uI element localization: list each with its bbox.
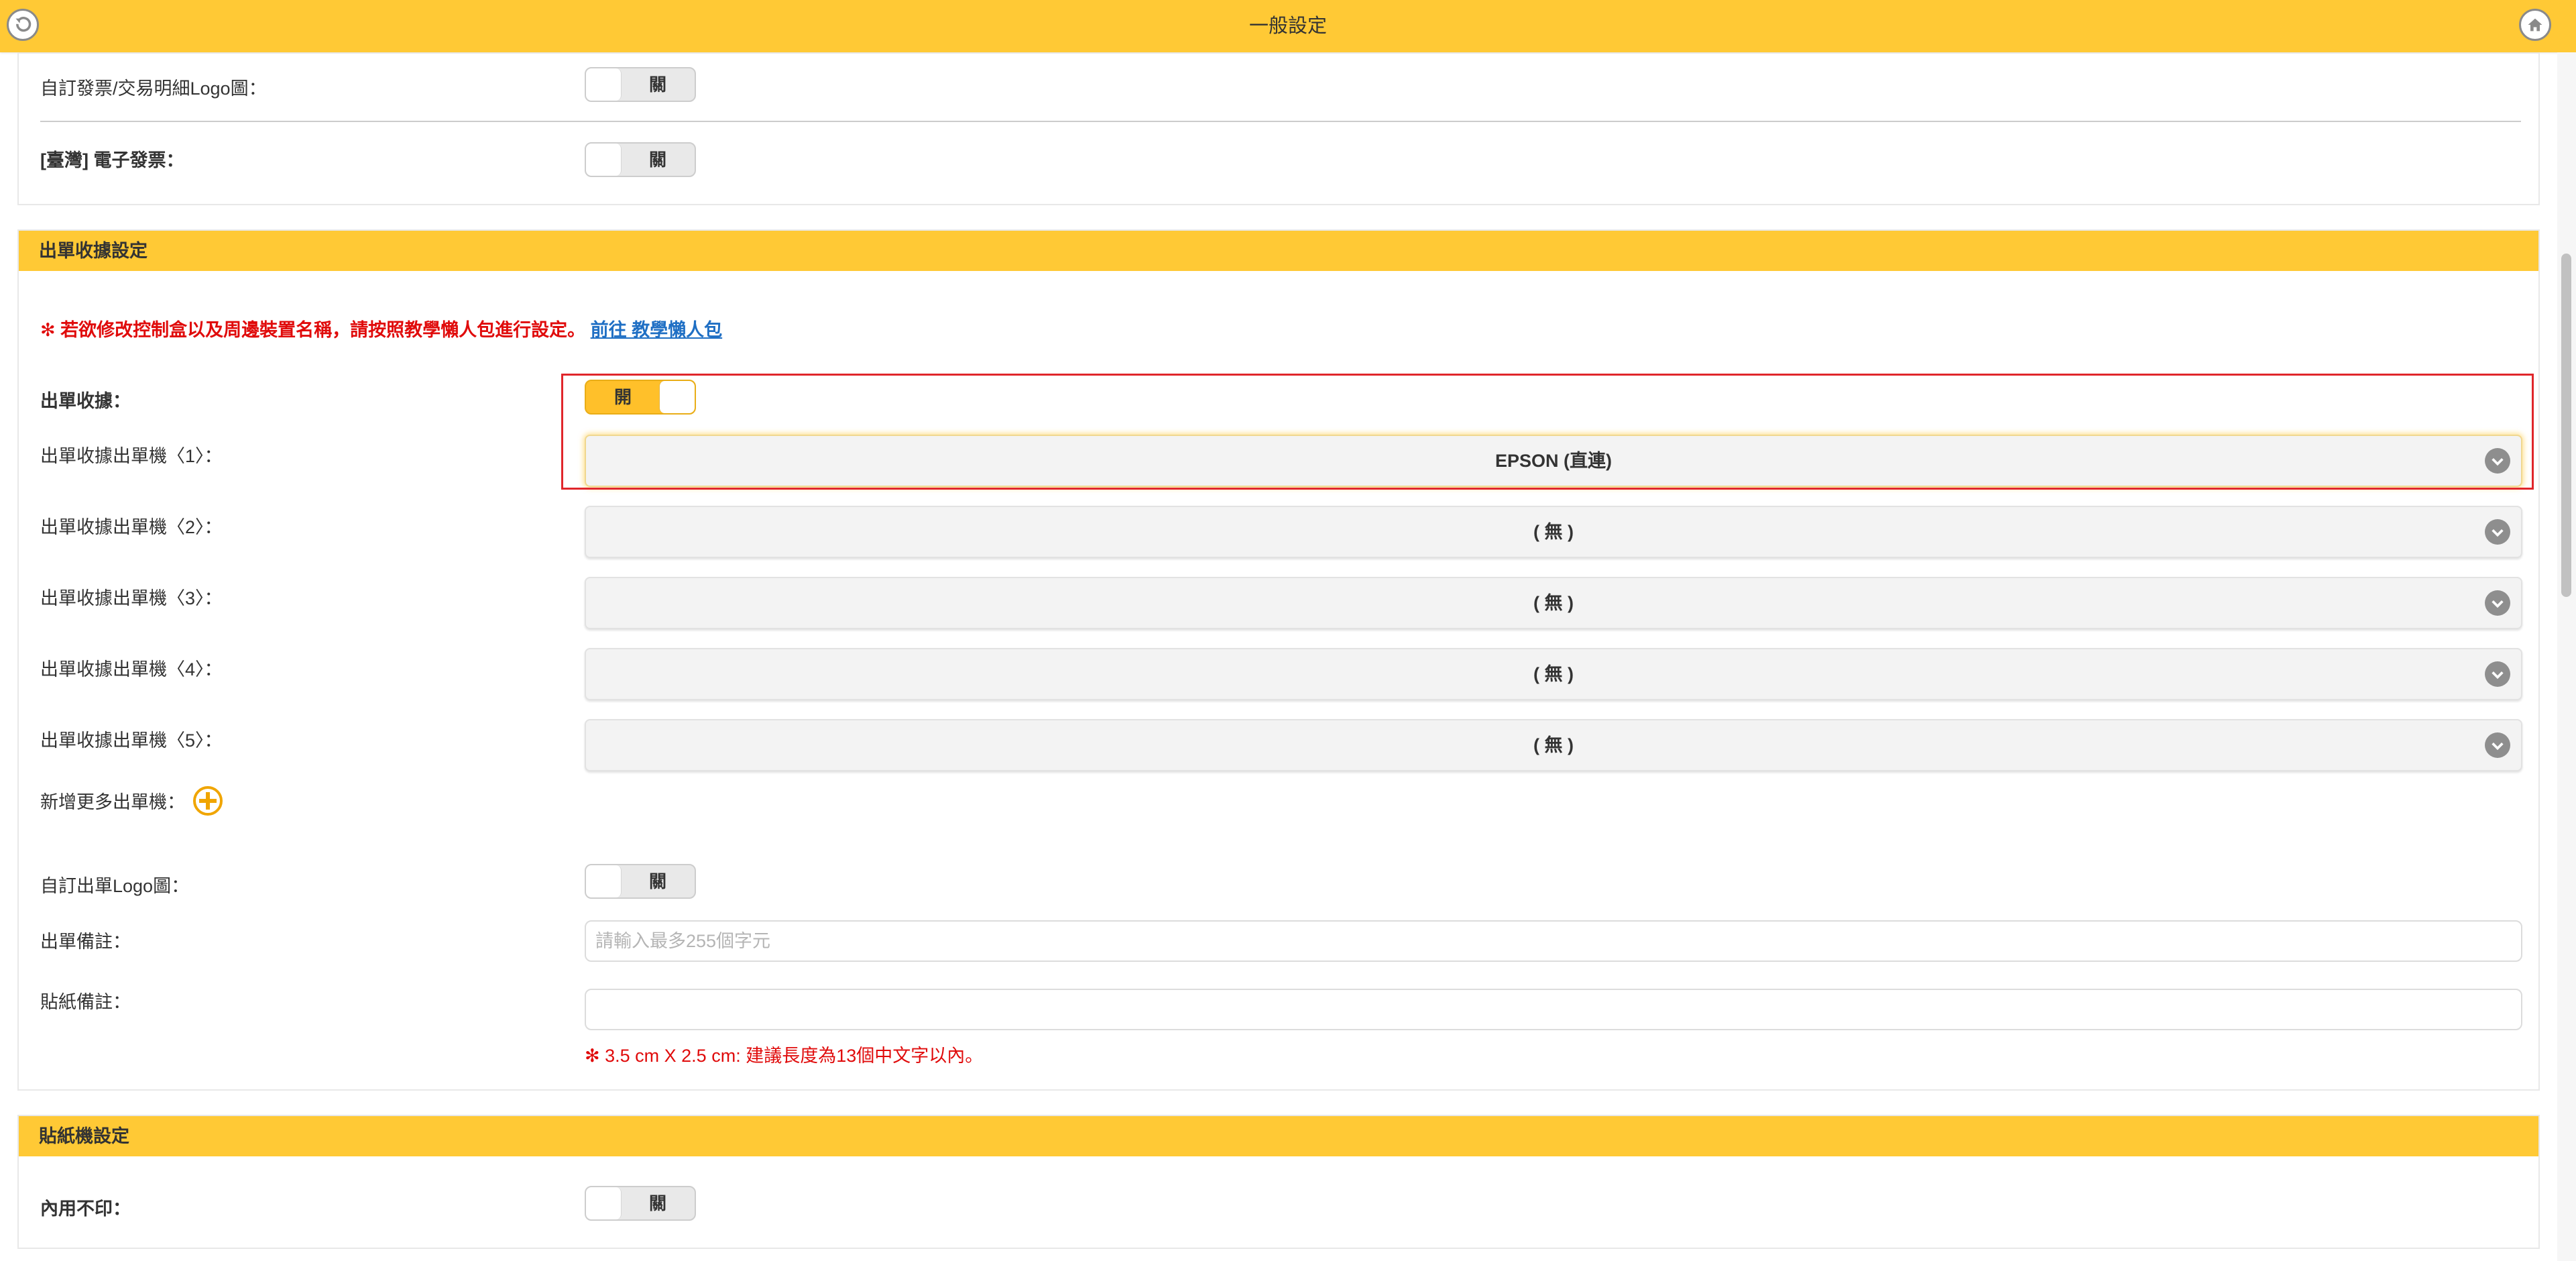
page-title: 一般設定 <box>1248 15 1327 37</box>
receipt-toggle[interactable]: 開 <box>585 380 696 415</box>
sticker-settings-header: 貼紙機設定 <box>19 1116 2538 1156</box>
printer-4-value: ( 無 ) <box>1533 664 1574 684</box>
receipt-note-placeholder: 請輸入最多255個字元 <box>595 931 771 951</box>
chevron-down-icon <box>2485 661 2510 687</box>
taiwan-e-invoice-label: [臺灣] 電子發票： <box>40 150 184 170</box>
toggle-state: 關 <box>648 1193 666 1213</box>
printer-5-select[interactable]: ( 無 ) <box>585 719 2522 771</box>
printer-4-label: 出單收據出單機〈4〉： <box>40 659 223 679</box>
add-more-printers-label: 新增更多出單機： <box>40 792 185 812</box>
taiwan-e-invoice-toggle[interactable]: 關 <box>585 142 696 177</box>
toggle-state: 關 <box>648 150 666 170</box>
printer-2-value: ( 無 ) <box>1533 522 1574 542</box>
receipt-toggle-label: 出單收據： <box>40 391 131 411</box>
printer-3-label: 出單收據出單機〈3〉： <box>40 588 223 608</box>
printer-2-select[interactable]: ( 無 ) <box>585 506 2522 558</box>
notice-message: ✻ 若欲修改控制盒以及周邊裝置名稱，請按照教學懶人包進行設定。 <box>40 320 586 340</box>
scrollbar[interactable] <box>2557 52 2576 1261</box>
invoice-settings-panel: 自訂發票/交易明細Logo圖： 關 [臺灣] 電子發票： 關 <box>17 52 2540 205</box>
printer-5-label: 出單收據出單機〈5〉： <box>40 730 223 751</box>
toggle-state: 關 <box>648 871 666 891</box>
toggle-state: 關 <box>648 74 666 95</box>
plus-circle-icon[interactable] <box>192 785 223 816</box>
tutorial-link[interactable]: 前往 教學懶人包 <box>591 320 723 340</box>
toggle-knob <box>586 144 622 176</box>
chevron-down-icon <box>2485 448 2510 474</box>
toggle-knob <box>586 68 622 101</box>
printer-4-select[interactable]: ( 無 ) <box>585 648 2522 700</box>
chevron-down-icon <box>2485 519 2510 545</box>
receipt-note-label: 出單備註： <box>40 932 131 952</box>
printer-5-value: ( 無 ) <box>1533 735 1574 755</box>
printer-1-label: 出單收據出單機〈1〉： <box>40 446 223 466</box>
receipt-settings-header: 出單收據設定 <box>19 231 2538 271</box>
sticker-settings-panel: 貼紙機設定 內用不印： 關 <box>17 1115 2540 1249</box>
dine-in-no-print-label: 內用不印： <box>40 1199 131 1219</box>
custom-invoice-logo-toggle[interactable]: 關 <box>585 67 696 102</box>
top-bar: 一般設定 <box>0 0 2576 52</box>
chevron-down-icon <box>2485 590 2510 616</box>
toggle-knob <box>586 1187 622 1219</box>
dine-in-no-print-toggle[interactable]: 關 <box>585 1186 696 1221</box>
toggle-knob <box>586 865 622 897</box>
notice-text: ✻ 若欲修改控制盒以及周邊裝置名稱，請按照教學懶人包進行設定。 前往 教學懶人包 <box>40 315 722 341</box>
custom-receipt-logo-label: 自訂出單Logo圖： <box>40 876 190 896</box>
sticker-note-label: 貼紙備註： <box>40 992 131 1012</box>
printer-2-label: 出單收據出單機〈2〉： <box>40 517 223 537</box>
custom-receipt-logo-toggle[interactable]: 關 <box>585 864 696 899</box>
receipt-note-input[interactable]: 請輸入最多255個字元 <box>585 920 2522 962</box>
sticker-note-hint: ✻ 3.5 cm X 2.5 cm: 建議長度為13個中文字以內。 <box>585 1046 984 1066</box>
toggle-state: 開 <box>613 387 632 407</box>
printer-1-value: EPSON (直連) <box>1495 451 1612 471</box>
custom-invoice-logo-label: 自訂發票/交易明細Logo圖： <box>40 78 267 99</box>
divider <box>40 121 2521 122</box>
sticker-note-input[interactable] <box>585 989 2522 1030</box>
toggle-knob <box>659 381 695 413</box>
printer-1-select[interactable]: EPSON (直連) <box>585 435 2522 487</box>
chevron-down-icon <box>2485 732 2510 758</box>
scrollbar-thumb[interactable] <box>2561 254 2571 597</box>
printer-3-select[interactable]: ( 無 ) <box>585 577 2522 629</box>
receipt-settings-panel: 出單收據設定 ✻ 若欲修改控制盒以及周邊裝置名稱，請按照教學懶人包進行設定。 前… <box>17 229 2540 1091</box>
printer-3-value: ( 無 ) <box>1533 593 1574 613</box>
home-icon[interactable] <box>2519 9 2551 41</box>
